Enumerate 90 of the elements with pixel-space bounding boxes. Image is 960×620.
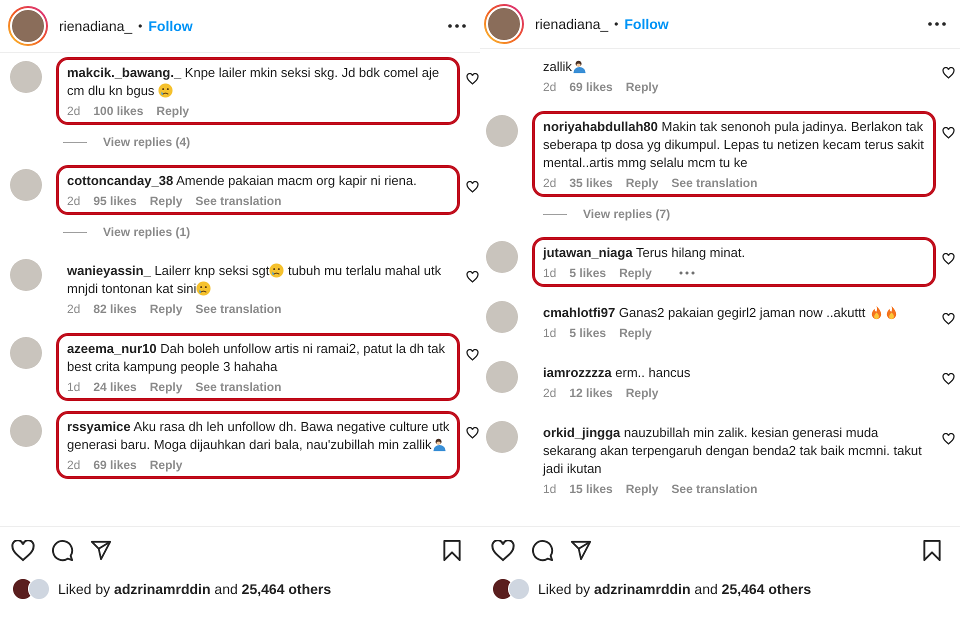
comment-text: azeema_nur10 Dah boleh unfollow artis ni ramai2, patut la dh tak best crita kampung people 3 hahaha [67, 340, 446, 376]
more-options-icon[interactable] [448, 24, 466, 28]
comment-time: 2d [67, 194, 80, 208]
separator-dot: • [614, 17, 618, 31]
heart-icon[interactable] [491, 540, 515, 562]
comment-text: orkid_jingga nauzubillah min zalik. kesian generasi muda sekarang akan terpengaruh dengan benda2 tak baik mcmni. takut jadi ikutan [543, 424, 923, 478]
comment-time: 1d [543, 482, 556, 496]
likes-count[interactable]: 5 likes [569, 266, 606, 280]
view-replies-link[interactable]: View replies (1) [103, 225, 190, 239]
comment-text: cmahlotfi97 Ganas2 pakaian gegirl2 jaman now ..akuttt [543, 304, 927, 322]
heart-icon[interactable] [942, 253, 955, 265]
heart-icon[interactable] [942, 67, 955, 79]
liker-avatar[interactable] [28, 578, 50, 600]
separator-dot: • [138, 19, 142, 33]
comment-time: 2d [67, 302, 80, 316]
reply-button[interactable]: Reply [150, 194, 182, 208]
comment-icon[interactable] [531, 539, 554, 562]
reply-button[interactable]: Reply [626, 386, 658, 400]
more-options-icon[interactable] [928, 22, 946, 26]
profile-avatar[interactable] [484, 4, 524, 44]
follow-button[interactable]: Follow [148, 18, 193, 34]
bowing-person-icon [572, 59, 587, 74]
comment-text: jutawan_niaga Terus hilang minat. [543, 244, 746, 262]
comment-text: noriyahabdullah80 Makin tak senonoh pula jadinya. Berlakon tak seberapa tp dosa yg dikumpul. Lepas tu netizen kecam terus sakit mental..artis mmg selalu mcm tu ke [543, 118, 925, 172]
reply-button[interactable]: Reply [150, 302, 182, 316]
username-link[interactable]: rienadiana_ [535, 16, 608, 32]
see-translation-link[interactable]: See translation [195, 380, 282, 394]
comment-text: wanieyassin_ Lailerr knp seksi sgt tubuh mu terlalu mahal utk mnjdi tontonan kat sini [67, 262, 442, 298]
reply-button[interactable]: Reply [619, 326, 652, 340]
heart-icon[interactable] [942, 433, 955, 445]
see-translation-link[interactable]: See translation [195, 194, 282, 208]
comment-text: rssyamice Aku rasa dh leh unfollow dh. Bawa negative culture utk generasi baru. Moga dijauhkan dari bala, nau'zubillah min zallik [67, 418, 450, 454]
liked-by-text[interactable]: Liked by adzrinamrddin and 25,464 others [538, 581, 812, 597]
reply-button[interactable]: Reply [626, 176, 658, 190]
reply-button[interactable]: Reply [156, 104, 190, 118]
likes-count[interactable]: 5 likes [569, 326, 606, 340]
view-replies-link[interactable]: View replies (4) [103, 135, 190, 149]
likes-count[interactable]: 82 likes [93, 302, 137, 316]
send-icon[interactable] [570, 540, 592, 561]
see-translation-link[interactable]: See translation [195, 302, 282, 316]
liked-by-text[interactable]: Liked by adzrinamrddin and 25,464 others [58, 581, 332, 597]
comment-text: zallik [543, 58, 927, 76]
username-link[interactable]: rienadiana_ [59, 18, 132, 34]
comment-time: 2d [543, 80, 556, 94]
see-translation-link[interactable]: See translation [671, 482, 758, 496]
bowing-person-icon [432, 437, 447, 452]
likes-count[interactable]: 69 likes [93, 458, 137, 472]
comment-time: 1d [543, 266, 556, 280]
comment-text: cottoncanday_38 Amende pakaian macm org kapir ni riena. [67, 172, 418, 190]
follow-button[interactable]: Follow [624, 16, 669, 32]
profile-avatar[interactable] [8, 6, 48, 46]
heart-icon[interactable] [11, 540, 35, 562]
likes-count[interactable]: 15 likes [569, 482, 613, 496]
heart-icon[interactable] [466, 73, 479, 85]
heart-icon[interactable] [466, 271, 479, 283]
likes-count[interactable]: 69 likes [569, 80, 613, 94]
likes-count[interactable]: 95 likes [93, 194, 137, 208]
sad-face-icon [158, 83, 174, 98]
comment-time: 1d [543, 326, 556, 340]
heart-icon[interactable] [466, 427, 479, 439]
bookmark-icon[interactable] [442, 539, 462, 562]
comment-time: 1d [67, 380, 80, 394]
comment-time: 2d [67, 458, 80, 472]
likes-count[interactable]: 24 likes [93, 380, 137, 394]
see-translation-link[interactable]: See translation [671, 176, 758, 190]
heart-icon[interactable] [466, 181, 479, 193]
comment-time: 2d [543, 386, 556, 400]
comment-time: 2d [67, 104, 80, 118]
liker-avatar[interactable] [508, 578, 530, 600]
send-icon[interactable] [90, 540, 112, 561]
view-replies-link[interactable]: View replies (7) [583, 207, 670, 221]
heart-icon[interactable] [942, 373, 955, 385]
heart-icon[interactable] [466, 349, 479, 361]
likes-count[interactable]: 35 likes [569, 176, 613, 190]
likes-count[interactable]: 100 likes [93, 104, 144, 118]
comment-time: 2d [543, 176, 556, 190]
heart-icon[interactable] [942, 127, 955, 139]
likes-count[interactable]: 12 likes [569, 386, 613, 400]
comment-text: iamrozzzza erm.. hancus [543, 364, 692, 382]
comment-text: makcik._bawang._ Knpe lailer mkin seksi skg. Jd bdk comel aje cm dlu kn bgus [67, 64, 440, 100]
heart-icon[interactable] [942, 313, 955, 325]
reply-button[interactable]: Reply [619, 266, 652, 280]
reply-button[interactable]: Reply [626, 80, 658, 94]
sad-face-icon [196, 281, 212, 296]
reply-button[interactable]: Reply [626, 482, 658, 496]
reply-button[interactable]: Reply [150, 380, 182, 394]
bookmark-icon[interactable] [922, 539, 942, 562]
reply-button[interactable]: Reply [150, 458, 182, 472]
sad-face-icon [269, 263, 284, 278]
comment-icon[interactable] [51, 539, 74, 562]
